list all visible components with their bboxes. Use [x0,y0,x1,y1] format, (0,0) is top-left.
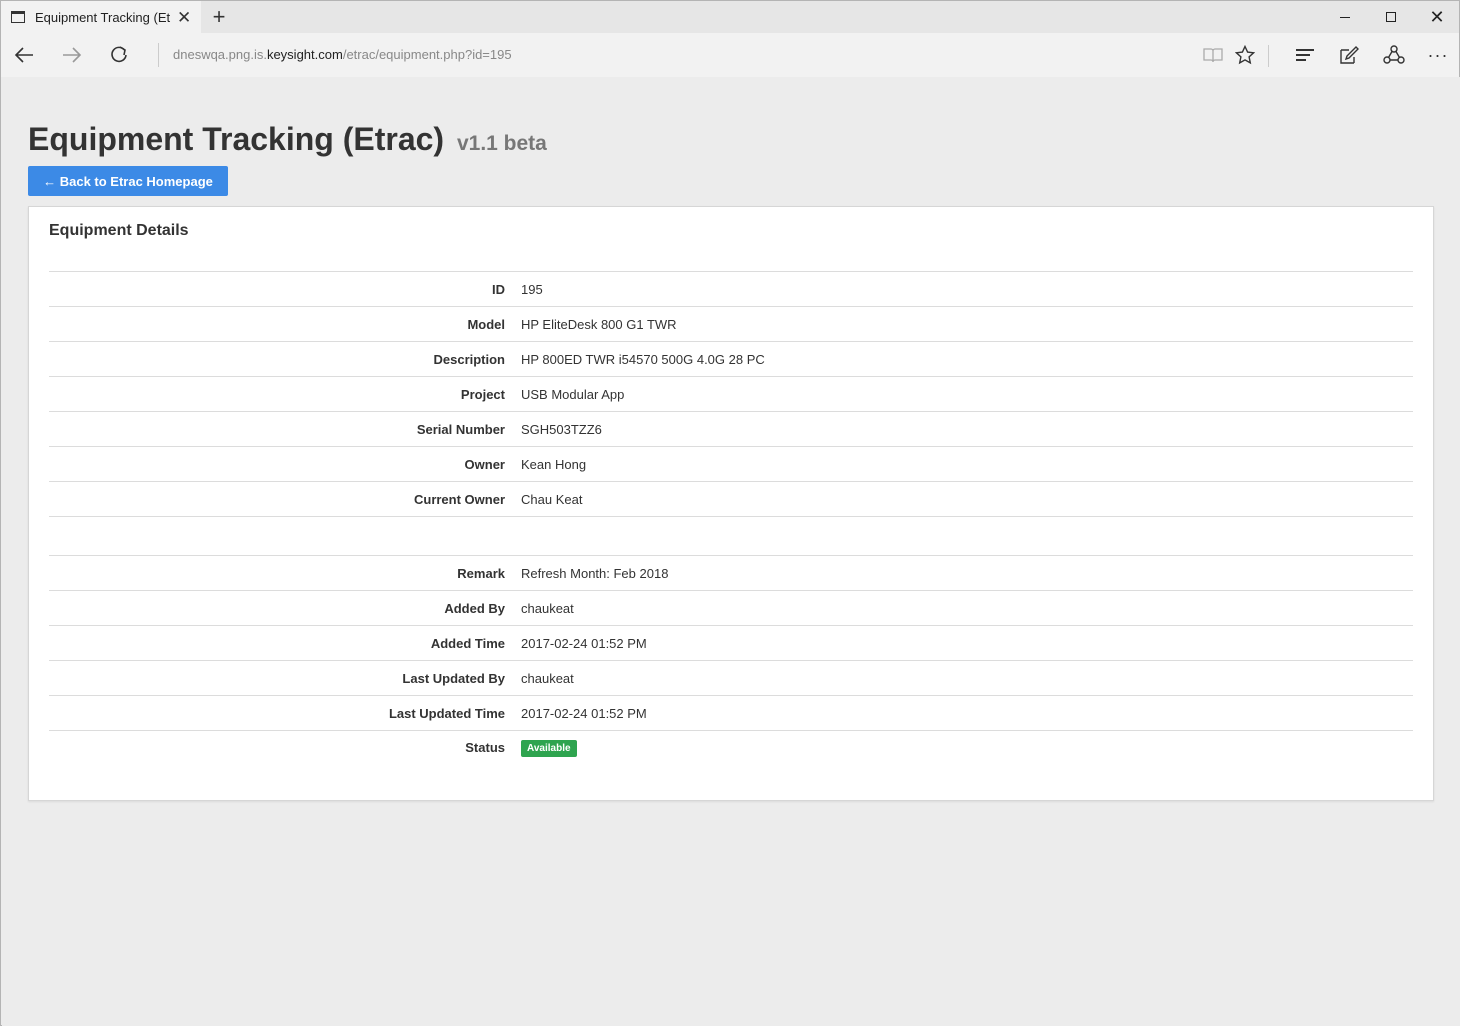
table-row: Model HP EliteDesk 800 G1 TWR [49,306,1413,342]
row-value: Kean Hong [521,456,587,472]
close-icon: ✕ [1429,7,1445,27]
minimize-icon [1340,16,1350,18]
row-label: Serial Number [416,421,505,437]
row-value: Chau Keat [521,491,583,507]
url-prefix: dneswqa.png.is. [173,47,267,62]
row-label: Last Updated By [402,670,505,686]
table-row-empty [49,516,1413,556]
table-row: Owner Kean Hong [49,446,1413,482]
row-value: HP EliteDesk 800 G1 TWR [521,316,677,332]
table-row: Added By chaukeat [49,590,1413,626]
page-icon [11,11,25,23]
page-content: Equipment Tracking (Etrac) v1.1 beta ← B… [2,77,1460,1026]
row-value: USB Modular App [521,386,625,402]
row-label: ID [492,281,505,297]
row-label: Added Time [430,635,505,651]
title-bar: Equipment Tracking (Etr ✕ + ✕ [1,1,1459,33]
row-label: Project [460,386,505,402]
row-value: Available [521,731,1413,765]
back-to-homepage-button[interactable]: ← Back to Etrac Homepage [28,166,228,196]
web-note-icon[interactable] [1333,39,1365,71]
share-icon[interactable] [1378,39,1410,71]
row-label: Status [465,740,505,756]
browser-window: Equipment Tracking (Etr ✕ + ✕ dneswqa.pn… [0,0,1460,1026]
url-path: /etrac/equipment.php?id=195 [342,47,512,62]
hub-icon[interactable] [1289,39,1321,71]
table-row: Last Updated Time 2017-02-24 01:52 PM [49,695,1413,731]
row-value: Refresh Month: Feb 2018 [521,565,669,581]
row-label: Model [467,316,505,332]
forward-arrow-icon[interactable] [55,39,89,71]
row-value [521,517,1413,556]
favorite-star-icon[interactable] [1229,39,1261,71]
minimize-button[interactable] [1322,1,1368,33]
more-options-icon[interactable]: ··· [1422,39,1454,71]
row-value: SGH503TZZ6 [521,421,602,437]
url-domain: keysight.com [266,47,343,62]
address-separator [158,43,159,67]
row-label: Description [433,351,505,367]
back-arrow-icon[interactable] [7,39,41,71]
table-row: Description HP 800ED TWR i54570 500G 4.0… [49,341,1413,377]
nav-bar: dneswqa.png.is.keysight.com/etrac/equipm… [1,33,1459,77]
row-label: Remark [457,565,505,581]
close-window-button[interactable]: ✕ [1414,1,1460,33]
tab-close-icon[interactable]: ✕ [177,9,191,26]
refresh-icon[interactable] [102,39,136,71]
table-row: ID 195 [49,271,1413,307]
reading-view-icon[interactable] [1197,39,1229,71]
row-label: Last Updated Time [388,705,505,721]
table-row: Added Time 2017-02-24 01:52 PM [49,625,1413,661]
app-title: Equipment Tracking (Etrac) [28,121,445,157]
row-value: HP 800ED TWR i54570 500G 4.0G 28 PC [521,351,765,367]
row-value: 2017-02-24 01:52 PM [521,705,647,721]
panel-title: Equipment Details [49,222,189,239]
browser-tab[interactable]: Equipment Tracking (Etr ✕ [1,1,201,33]
toolbar-separator [1268,45,1269,67]
maximize-button[interactable] [1368,1,1414,33]
table-row: Current Owner Chau Keat [49,481,1413,517]
page-title: Equipment Tracking (Etrac) v1.1 beta [28,121,547,158]
row-label: Current Owner [413,491,505,507]
address-bar[interactable]: dneswqa.png.is.keysight.com/etrac/equipm… [173,47,512,62]
equipment-details-panel: Equipment Details ID 195 Model HP EliteD… [28,206,1434,801]
row-value: 195 [521,281,543,297]
details-table: ID 195 Model HP EliteDesk 800 G1 TWR Des… [49,271,1413,765]
row-label [49,517,521,556]
table-row: Project USB Modular App [49,376,1413,412]
row-value: 2017-02-24 01:52 PM [521,635,647,651]
maximize-icon [1386,12,1396,22]
status-badge: Available [521,739,577,757]
table-row: Serial Number SGH503TZZ6 [49,411,1413,447]
row-label: Owner [464,456,505,472]
row-value: chaukeat [521,670,574,686]
row-label: Added By [444,600,505,616]
tab-title: Equipment Tracking (Etr [35,9,171,25]
table-row: Remark Refresh Month: Feb 2018 [49,555,1413,591]
version-label: v1.1 beta [456,132,547,155]
table-row: Last Updated By chaukeat [49,660,1413,696]
table-row: Status Available [49,730,1413,765]
row-value: chaukeat [521,600,574,616]
new-tab-button[interactable]: + [207,5,231,29]
